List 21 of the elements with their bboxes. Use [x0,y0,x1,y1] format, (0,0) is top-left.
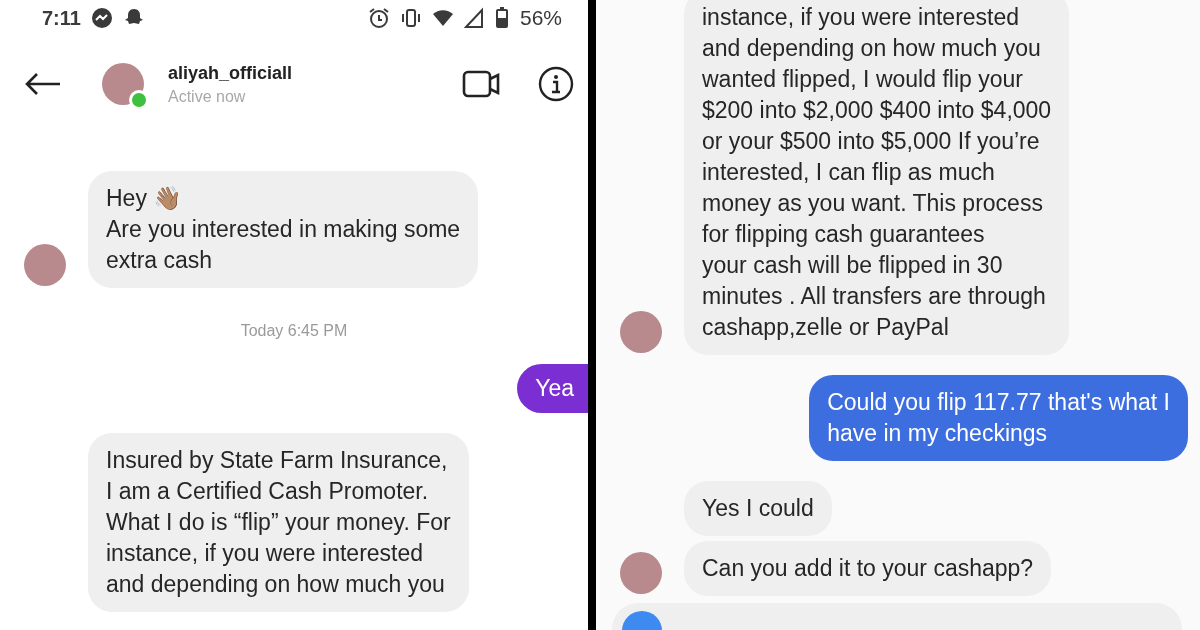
vibrate-icon [399,7,422,29]
battery-percent: 56% [519,6,562,30]
alarm-icon [367,7,390,29]
info-icon[interactable] [538,66,574,102]
message-bubble: instance, if you were interested and depending on how much you wanted flipped, I would flip your $200 into $2,000 $400 into $4,000 or your $500 into $5,000 If you’re interested, I can flip as much money as you want. This process for flipping cash guarantees your cash will be flipped in 30 minutes . All transfers are through cashapp,zelle or PayPal [684,0,1070,355]
message-bubble: Hey 👋🏽 Are you interested in making some extra cash [88,171,479,288]
message-bubble: Can you add it to your cashapp? [684,541,1052,596]
video-camera-icon[interactable] [462,69,502,99]
message-bubble: Yes I could [684,481,832,536]
messenger-icon [90,7,113,29]
battery-icon [493,7,510,29]
message-timestamp: Today 6:45 PM [239,322,349,340]
back-arrow-icon[interactable] [24,72,62,96]
avatar-placeholder[interactable] [102,63,144,105]
active-status: Active now [168,87,247,106]
message-bubble: Could you flip 117.77 that's what I have in my checkings [809,375,1188,461]
message-bubble: Yea [517,364,588,413]
clock-time: 7:11 [42,6,81,30]
message-bubble: Insured by State Farm Insurance, I am a Certified Cash Promoter. What I do is “flip” your money. For instance, if you were interested and depending on how much you [88,433,469,612]
signal-icon [463,7,484,29]
username: aliyah_officiall [168,62,294,84]
